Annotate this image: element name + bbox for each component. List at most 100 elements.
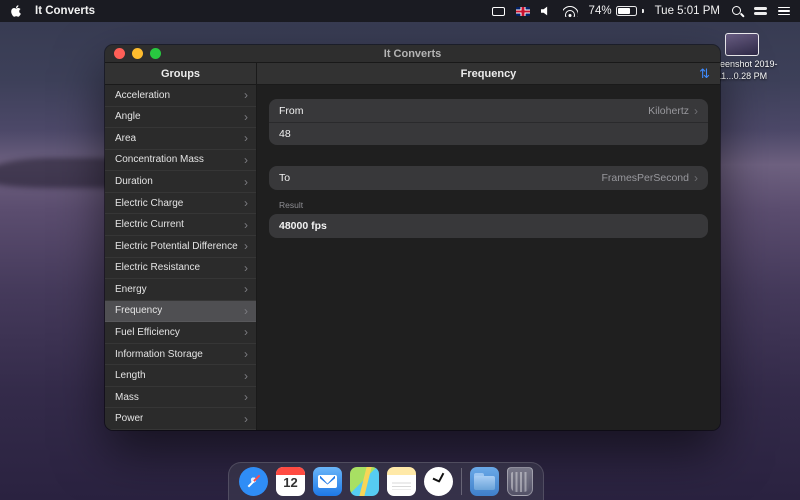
to-card: To FramesPerSecond bbox=[269, 166, 708, 190]
chevron-right-icon bbox=[240, 219, 248, 231]
from-value-input[interactable]: 48 bbox=[279, 128, 291, 140]
chevron-right-icon bbox=[240, 111, 248, 123]
from-unit-row[interactable]: From Kilohertz bbox=[269, 99, 708, 122]
screenshot-thumbnail-icon bbox=[725, 33, 759, 56]
sidebar-item-electric-current[interactable]: Electric Current bbox=[105, 214, 256, 236]
volume-icon[interactable] bbox=[540, 6, 552, 16]
app-menu-title[interactable]: It Converts bbox=[35, 5, 95, 17]
sidebar-item-label: Energy bbox=[115, 283, 147, 295]
notification-list-icon[interactable] bbox=[778, 6, 790, 16]
sidebar-item-label: Electric Current bbox=[115, 219, 184, 231]
converter-content: From Kilohertz 48 To FramesPerSecond bbox=[257, 85, 720, 430]
sidebar-item-acceleration[interactable]: Acceleration bbox=[105, 85, 256, 107]
chevron-right-icon bbox=[240, 197, 248, 209]
sidebar-item-label: Fuel Efficiency bbox=[115, 326, 180, 338]
battery-icon bbox=[615, 6, 637, 16]
sidebar-item-angle[interactable]: Angle bbox=[105, 107, 256, 129]
dock-icon-calendar[interactable]: 12 bbox=[276, 466, 305, 496]
dock-icon-maps[interactable] bbox=[350, 466, 379, 496]
chevron-right-icon bbox=[240, 326, 248, 338]
sidebar-item-length[interactable]: Length bbox=[105, 365, 256, 387]
result-row: 48000 fps bbox=[269, 214, 708, 238]
chevron-right-icon bbox=[240, 89, 248, 101]
battery-status[interactable]: 74% bbox=[589, 5, 644, 17]
sidebar-item-fuel-efficiency[interactable]: Fuel Efficiency bbox=[105, 322, 256, 344]
sidebar-item-mass[interactable]: Mass bbox=[105, 387, 256, 409]
titlebar[interactable]: It Converts bbox=[105, 45, 720, 63]
sidebar-item-energy[interactable]: Energy bbox=[105, 279, 256, 301]
sidebar-item-label: Electric Potential Difference bbox=[115, 240, 238, 252]
to-unit-value: FramesPerSecond bbox=[601, 172, 689, 184]
dock-icon-notes[interactable] bbox=[387, 466, 416, 496]
sidebar-item-label: Electric Charge bbox=[115, 197, 184, 209]
sidebar-item-information-storage[interactable]: Information Storage bbox=[105, 344, 256, 366]
sidebar-item-label: Area bbox=[115, 132, 137, 144]
sidebar-item-concentration-mass[interactable]: Concentration Mass bbox=[105, 150, 256, 172]
dock-icon-downloads[interactable] bbox=[470, 466, 499, 496]
menu-clock[interactable]: Tue 5:01 PM bbox=[655, 5, 720, 17]
result-card: 48000 fps bbox=[269, 214, 708, 238]
chevron-right-icon bbox=[240, 391, 248, 403]
sidebar-item-electric-charge[interactable]: Electric Charge bbox=[105, 193, 256, 215]
result-value: 48000 fps bbox=[279, 220, 327, 232]
sidebar-item-frequency[interactable]: Frequency bbox=[105, 300, 256, 323]
sidebar-list: Acceleration Angle Area Concentration Ma… bbox=[105, 85, 256, 430]
result-label: Result bbox=[279, 200, 304, 210]
search-icon[interactable] bbox=[731, 5, 743, 17]
chevron-right-icon bbox=[240, 348, 248, 360]
sidebar-item-label: Length bbox=[115, 370, 146, 382]
zoom-button[interactable] bbox=[150, 48, 161, 59]
sidebar-item-label: Acceleration bbox=[115, 89, 171, 101]
sidebar-item-label: Angle bbox=[115, 111, 141, 123]
from-card: From Kilohertz 48 bbox=[269, 99, 708, 145]
detail-header-title: Frequency bbox=[460, 67, 517, 80]
sidebar-item-label: Information Storage bbox=[115, 348, 203, 360]
menu-bar: It Converts 74% Tue 5:01 PM bbox=[0, 0, 800, 22]
chevron-right-icon bbox=[240, 413, 248, 425]
sidebar-item-power[interactable]: Power bbox=[105, 408, 256, 430]
close-button[interactable] bbox=[114, 48, 125, 59]
to-unit-row[interactable]: To FramesPerSecond bbox=[269, 166, 708, 190]
chevron-right-icon bbox=[240, 240, 248, 252]
app-window: It Converts Groups Acceleration Angle Ar… bbox=[105, 45, 720, 430]
sidebar-item-electric-potential-difference[interactable]: Electric Potential Difference bbox=[105, 236, 256, 258]
apple-logo-icon[interactable] bbox=[10, 4, 22, 18]
dock-divider bbox=[461, 467, 462, 495]
dock-icon-mail[interactable] bbox=[313, 466, 342, 496]
sidebar-item-area[interactable]: Area bbox=[105, 128, 256, 150]
dock-icon-trash[interactable] bbox=[507, 466, 533, 496]
wifi-icon[interactable] bbox=[563, 6, 578, 17]
minimize-button[interactable] bbox=[132, 48, 143, 59]
chevron-right-icon bbox=[240, 262, 248, 274]
from-value-row[interactable]: 48 bbox=[269, 122, 708, 145]
chevron-right-icon bbox=[694, 105, 698, 117]
sidebar-item-label: Electric Resistance bbox=[115, 262, 201, 274]
chevron-right-icon bbox=[694, 172, 698, 184]
sidebar-item-electric-resistance[interactable]: Electric Resistance bbox=[105, 258, 256, 280]
dock-apps: 12 bbox=[239, 466, 453, 496]
from-unit-value: Kilohertz bbox=[648, 104, 689, 117]
to-label: To bbox=[279, 172, 291, 184]
sidebar-item-duration[interactable]: Duration bbox=[105, 171, 256, 193]
detail-header: Frequency ⇅ bbox=[257, 63, 720, 85]
chevron-right-icon bbox=[240, 283, 248, 295]
dock-right bbox=[470, 466, 533, 496]
chevron-right-icon bbox=[240, 176, 248, 188]
detail-panel: Frequency ⇅ From Kilohertz 48 To bbox=[257, 63, 720, 430]
battery-cap bbox=[641, 9, 644, 13]
dock-icon-glyph: 12 bbox=[283, 474, 298, 490]
sidebar-item-label: Duration bbox=[115, 176, 153, 188]
screen-mirroring-icon[interactable] bbox=[491, 6, 505, 16]
dock-icon-clock[interactable] bbox=[424, 466, 453, 496]
dock-icon-safari[interactable] bbox=[239, 466, 268, 496]
swap-units-icon[interactable]: ⇅ bbox=[699, 63, 710, 84]
sidebar-item-label: Power bbox=[115, 413, 144, 425]
sidebar-item-label: Frequency bbox=[115, 305, 163, 317]
sidebar-header: Groups bbox=[105, 63, 256, 85]
sidebar-item-label: Concentration Mass bbox=[115, 154, 204, 166]
chevron-right-icon bbox=[240, 154, 248, 166]
chevron-right-icon bbox=[240, 132, 248, 144]
window-title: It Converts bbox=[383, 47, 442, 60]
input-source-flag-icon[interactable] bbox=[515, 6, 530, 16]
control-center-icon[interactable] bbox=[754, 6, 767, 16]
